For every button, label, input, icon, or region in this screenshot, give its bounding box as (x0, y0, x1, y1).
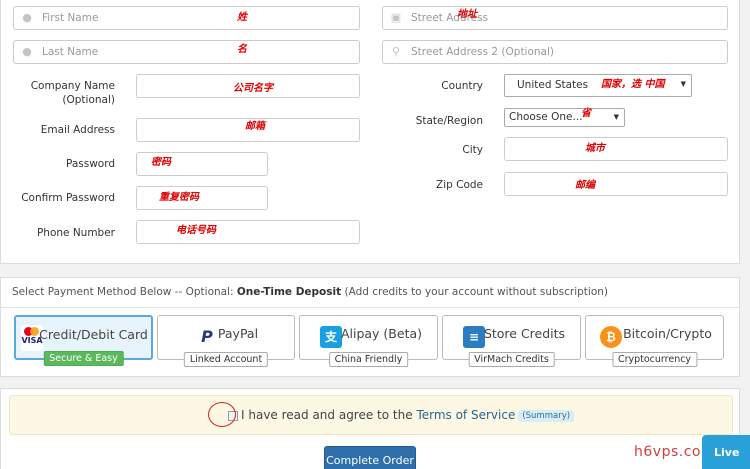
first-name-annotation: 姓 (237, 12, 247, 23)
payment-method-badge: Cryptocurrency (611, 352, 698, 367)
complete-order-button[interactable]: Complete Order (324, 446, 416, 469)
zip-annotation: 邮编 (575, 180, 595, 191)
first-name-field[interactable]: ● First Name (13, 6, 360, 30)
payment-method-label: Credit/Debit Card (39, 327, 148, 342)
email-annotation: 邮箱 (245, 121, 265, 132)
payment-method-store-credits[interactable]: ≡ Store Credits VirMach Credits (442, 315, 581, 367)
live-chat-button[interactable]: Live (702, 435, 750, 469)
zip-label: Zip Code (436, 179, 483, 191)
state-selected-value: Choose One... (509, 111, 583, 123)
phone-label: Phone Number (36, 227, 115, 239)
payment-method-badge: Linked Account (183, 352, 269, 367)
state-annotation: 省 (581, 108, 591, 119)
user-icon: ● (22, 45, 32, 58)
zip-input[interactable] (504, 172, 728, 196)
country-annotation: 国家，选 中国 (601, 79, 665, 90)
terms-of-service-link[interactable]: Terms of Service (416, 408, 515, 422)
payment-method-badge: VirMach Credits (468, 352, 555, 367)
email-label: Email Address (40, 124, 115, 136)
confirm-password-annotation: 重复密码 (159, 192, 199, 203)
payment-method-label: Alipay (Beta) (340, 326, 423, 341)
payment-method-badge: China Friendly (328, 352, 409, 367)
user-icon: ● (22, 11, 32, 24)
checkbox-highlight-circle (208, 402, 236, 427)
map-marker-icon: ⚲ (391, 45, 401, 58)
last-name-annotation: 名 (237, 44, 247, 55)
password-annotation: 密码 (151, 157, 171, 168)
payment-method-badge: Secure & Easy (43, 351, 124, 366)
payment-method-label: Bitcoin/Crypto (623, 326, 712, 341)
terms-summary-badge[interactable]: (Summary) (518, 410, 575, 422)
country-label: Country (441, 80, 483, 92)
street-address-2-placeholder: Street Address 2 (Optional) (411, 46, 555, 58)
payment-method-label: Store Credits (483, 326, 566, 341)
payment-header: Select Payment Method Below -- Optional:… (1, 278, 739, 308)
first-name-placeholder: First Name (42, 12, 99, 24)
password-label: Password (65, 158, 115, 170)
city-label: City (462, 144, 483, 156)
building-icon: ▣ (390, 11, 402, 24)
payment-method-alipay[interactable]: 支 Alipay (Beta) China Friendly (299, 315, 438, 367)
payment-method-panel: Select Payment Method Below -- Optional:… (0, 277, 740, 377)
terms-text: I have read and agree to the Terms of Se… (241, 408, 575, 422)
company-name-label: Company Name (Optional) (30, 80, 115, 106)
terms-box: I have read and agree to the Terms of Se… (9, 395, 733, 435)
payment-method-paypal[interactable]: P PayPal Linked Account (157, 315, 295, 367)
phone-input[interactable] (136, 220, 360, 244)
payment-method-credit-card[interactable]: VISA Credit/Debit Card Secure & Easy (14, 315, 153, 366)
chevron-down-icon: ▼ (613, 113, 619, 121)
confirm-password-input[interactable] (136, 186, 268, 210)
country-selected-value: United States (517, 79, 589, 91)
city-annotation: 城市 (585, 143, 605, 154)
street-address-field[interactable]: ▣ Street Address (382, 6, 728, 30)
last-name-placeholder: Last Name (42, 46, 99, 58)
street-address-2-field[interactable]: ⚲ Street Address 2 (Optional) (382, 40, 728, 64)
chevron-down-icon: ▼ (680, 80, 686, 88)
city-input[interactable] (504, 137, 728, 161)
state-select[interactable]: Choose One... ▼ (504, 108, 625, 127)
payment-method-bitcoin[interactable]: ₿ Bitcoin/Crypto Cryptocurrency (585, 315, 724, 367)
confirm-password-label: Confirm Password (21, 192, 115, 204)
payment-method-label: PayPal (217, 326, 259, 341)
state-label: State/Region (415, 115, 483, 127)
last-name-field[interactable]: ● Last Name (13, 40, 360, 64)
phone-annotation: 电话号码 (176, 225, 216, 236)
street-address-annotation: 地址 (457, 9, 477, 20)
company-name-annotation: 公司名字 (233, 83, 273, 94)
account-form-panel: ● First Name 姓 ● Last Name 名 ▣ Street Ad… (0, 0, 740, 264)
